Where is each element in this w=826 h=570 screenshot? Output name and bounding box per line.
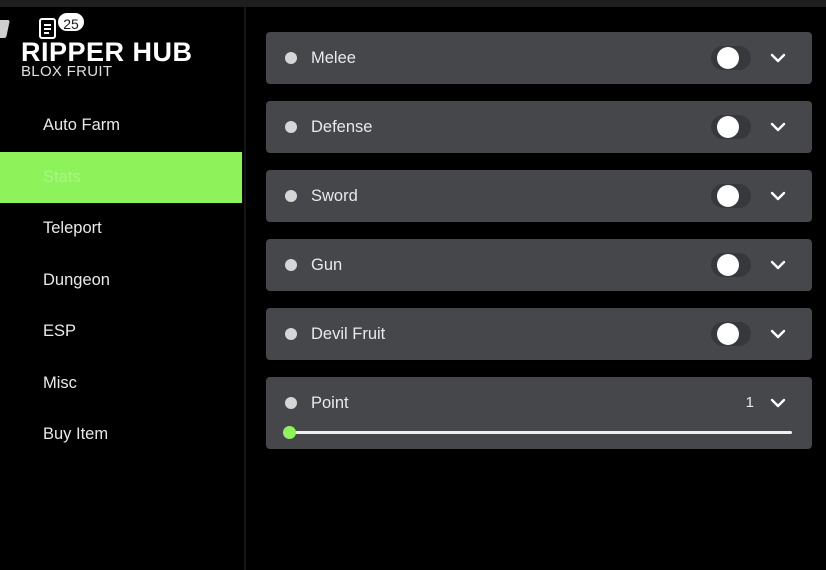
toggle-knob: [717, 254, 739, 276]
point-slider-thumb[interactable]: [283, 426, 296, 439]
stat-label: Devil Fruit: [311, 325, 386, 343]
chevron-down-icon[interactable]: [768, 325, 788, 343]
bullet-dot-icon: [285, 190, 297, 202]
stat-label: Defense: [311, 118, 373, 136]
sidebar-item-teleport[interactable]: Teleport: [0, 203, 242, 255]
sidebar-item-label: Dungeon: [43, 270, 110, 289]
bullet-dot-icon: [285, 328, 297, 340]
top-strip: [0, 0, 826, 7]
notification-badge: 25: [56, 11, 86, 33]
sidebar-item-label: Buy Item: [43, 425, 109, 444]
stat-row-point: Point 1: [266, 377, 812, 449]
sidebar: Auto Farm Stats Teleport Dungeon ESP Mis…: [0, 100, 242, 461]
sidebar-item-label: Stats: [43, 167, 81, 186]
sidebar-item-auto-farm[interactable]: Auto Farm: [0, 100, 242, 152]
defense-toggle[interactable]: [711, 115, 751, 139]
chevron-down-icon[interactable]: [768, 256, 788, 274]
stat-row-defense: Defense: [266, 101, 812, 153]
stats-panel: Melee Defense Sword Gun Devil Fruit Poin…: [266, 32, 812, 466]
chevron-down-icon[interactable]: [768, 394, 788, 412]
sidebar-item-label: Auto Farm: [43, 116, 121, 135]
bullet-dot-icon: [285, 259, 297, 271]
chevron-down-icon[interactable]: [768, 49, 788, 67]
stat-row-melee: Melee: [266, 32, 812, 84]
stat-row-gun: Gun: [266, 239, 812, 291]
sword-toggle[interactable]: [711, 184, 751, 208]
sidebar-item-esp[interactable]: ESP: [0, 306, 242, 358]
window-corner-icon: [0, 20, 10, 38]
chevron-down-icon[interactable]: [768, 118, 788, 136]
app-subtitle: BLOX FRUIT: [21, 63, 113, 80]
stat-row-devil-fruit: Devil Fruit: [266, 308, 812, 360]
gun-toggle[interactable]: [711, 253, 751, 277]
sidebar-divider: [244, 7, 246, 570]
toggle-knob: [717, 47, 739, 69]
devil-fruit-toggle[interactable]: [711, 322, 751, 346]
sidebar-item-buy-item[interactable]: Buy Item: [0, 409, 242, 461]
toggle-knob: [717, 323, 739, 345]
stat-row-sword: Sword: [266, 170, 812, 222]
sidebar-item-label: Teleport: [43, 219, 102, 238]
sidebar-item-stats[interactable]: Stats: [0, 151, 242, 203]
slider-value: 1: [745, 394, 754, 411]
slider-label: Point: [311, 394, 349, 412]
stat-label: Gun: [311, 256, 343, 274]
toggle-knob: [717, 116, 739, 138]
bullet-dot-icon: [285, 52, 297, 64]
stat-label: Sword: [311, 187, 358, 205]
sidebar-item-label: ESP: [43, 322, 77, 341]
sidebar-item-label: Misc: [43, 373, 77, 392]
bullet-dot-icon: [285, 121, 297, 133]
chevron-down-icon[interactable]: [768, 187, 788, 205]
stat-label: Melee: [311, 49, 356, 67]
sidebar-item-dungeon[interactable]: Dungeon: [0, 255, 242, 307]
bullet-dot-icon: [285, 397, 297, 409]
melee-toggle[interactable]: [711, 46, 751, 70]
point-slider-track[interactable]: [283, 426, 792, 439]
toggle-knob: [717, 185, 739, 207]
sidebar-item-misc[interactable]: Misc: [0, 358, 242, 410]
